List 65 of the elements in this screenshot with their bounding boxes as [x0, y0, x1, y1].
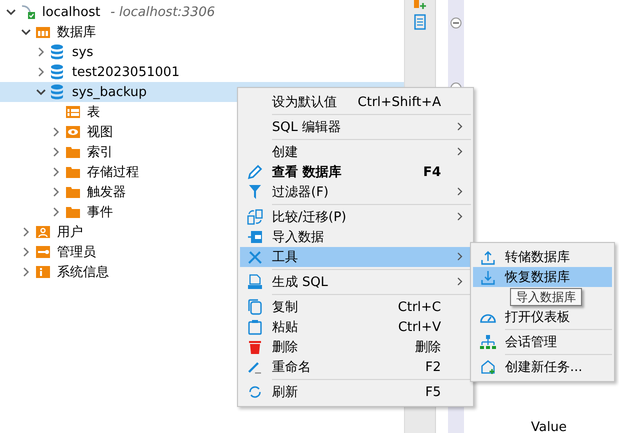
folder-icon [65, 205, 81, 219]
menu-item[interactable]: 恢复数据库 [473, 267, 612, 287]
diagram-label: Value [531, 420, 567, 433]
menu-item[interactable]: 创建新任务... [473, 357, 612, 377]
tree-item[interactable]: 数据库 [0, 22, 404, 42]
menu-item[interactable]: 导入数据 [240, 227, 471, 247]
menu-item[interactable]: 生成 SQL [240, 272, 471, 292]
menu-item[interactable]: 查看 数据库 F4 [240, 162, 471, 182]
tree-item[interactable]: test2023051001 [0, 62, 404, 82]
wrench-icon [35, 245, 51, 259]
add-user-icon[interactable] [412, 0, 428, 10]
tools-icon [247, 249, 263, 265]
menu-item[interactable]: 工具 [240, 247, 471, 267]
menu-item[interactable]: 会话管理 [473, 332, 612, 352]
database-icon [50, 44, 64, 60]
database-icon [50, 84, 64, 100]
menu-item[interactable]: 粘贴 Ctrl+V [240, 317, 471, 337]
refresh-icon [247, 384, 263, 400]
copy-icon [248, 299, 262, 315]
document-icon[interactable] [413, 14, 427, 30]
clipboard-icon [248, 319, 262, 335]
tooltip: 导入数据库 [510, 288, 582, 306]
database-group-icon [35, 25, 51, 39]
menu-item[interactable]: 过滤器(F) [240, 182, 471, 202]
tree-item[interactable]: sys [0, 42, 404, 62]
menu-item[interactable]: 创建 [240, 142, 471, 162]
chevron-down-icon[interactable] [36, 88, 46, 96]
shortcut-text: 删除 [415, 339, 441, 356]
hierarchy-icon [480, 334, 496, 350]
compare-icon [247, 209, 263, 225]
menu-item[interactable]: SQL 编辑器 [240, 117, 471, 137]
shortcut-text: Ctrl+V [398, 320, 441, 334]
folder-icon [65, 165, 81, 179]
table-icon [65, 105, 81, 119]
tree-item[interactable]: localhost - localhost:3306 [0, 2, 404, 22]
host-address: - localhost:3306 [110, 4, 216, 20]
eye-icon [65, 125, 81, 139]
folder-icon [65, 185, 81, 199]
user-icon [35, 225, 51, 239]
server-check-icon [20, 4, 36, 20]
menu-item[interactable]: 重命名 F2 [240, 357, 471, 377]
menu-item[interactable]: 刷新 F5 [240, 382, 471, 402]
shortcut-text: F4 [423, 164, 441, 180]
chevron-down-icon[interactable] [6, 8, 16, 16]
menu-item[interactable]: 转储数据库 [473, 247, 612, 267]
pencil-icon [247, 359, 263, 375]
funnel-icon [248, 184, 262, 200]
menu-item[interactable]: 删除 删除 [240, 337, 471, 357]
pencil-icon [247, 164, 263, 180]
chevron-down-icon[interactable] [21, 28, 31, 36]
import-icon [247, 230, 263, 244]
trash-icon [249, 339, 261, 355]
task-add-icon [480, 359, 496, 375]
database-icon [50, 64, 64, 80]
shortcut-text: F2 [425, 360, 441, 374]
folder-icon [65, 145, 81, 159]
upload-icon [481, 249, 495, 265]
shortcut-text: F5 [425, 384, 441, 400]
download-icon [481, 269, 495, 285]
menu-item[interactable]: 打开仪表板 [473, 307, 612, 327]
shortcut-text: Ctrl+C [398, 300, 441, 314]
menu-item[interactable]: 复制 Ctrl+C [240, 297, 471, 317]
sql-file-icon [247, 274, 263, 290]
info-icon [35, 265, 51, 279]
menu-item[interactable]: 比较/迁移(P) [240, 207, 471, 227]
